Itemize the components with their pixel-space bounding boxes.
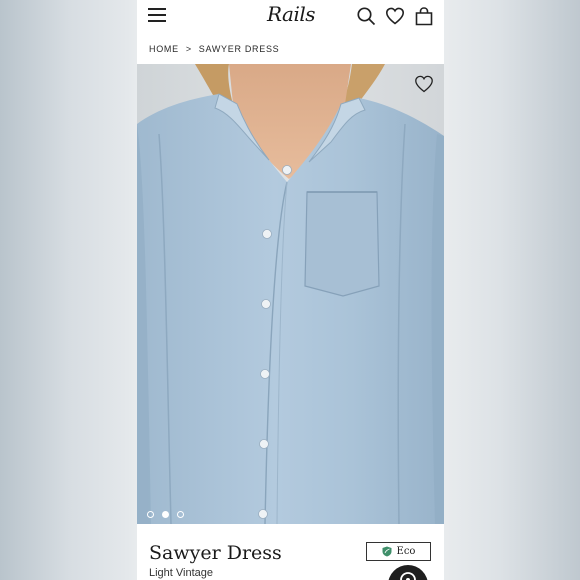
breadcrumb-home-link[interactable]: HOME [149, 44, 179, 54]
product-color-name: Light Vintage [149, 567, 214, 579]
wishlist-heart-icon[interactable] [385, 6, 405, 26]
shopping-bag-icon[interactable] [414, 6, 434, 26]
model-wearing-denim-shirt [137, 64, 444, 524]
gallery-dot-1[interactable] [147, 511, 154, 518]
breadcrumb-separator: > [185, 44, 192, 54]
mobile-page: Rails HOME > SAWYER DRESS Sawyer Dress E… [137, 0, 444, 580]
eco-badge-label: Eco [396, 546, 416, 557]
breadcrumb-current: SAWYER DRESS [198, 44, 280, 54]
eco-badge[interactable]: Eco [366, 542, 431, 561]
breadcrumb: HOME > SAWYER DRESS [149, 44, 279, 54]
search-icon[interactable] [356, 6, 376, 26]
gallery-pagination [147, 511, 184, 518]
leaf-shield-icon [382, 546, 392, 557]
chat-bubble-icon [400, 572, 416, 580]
favorite-heart-icon[interactable] [414, 74, 434, 94]
brand-logo[interactable]: Rails [265, 2, 317, 28]
product-title: Sawyer Dress [149, 542, 282, 564]
chat-button[interactable] [388, 565, 428, 580]
gallery-dot-2[interactable] [162, 511, 169, 518]
menu-icon[interactable] [148, 8, 166, 22]
top-bar: Rails [137, 0, 444, 32]
gallery-dot-3[interactable] [177, 511, 184, 518]
product-image[interactable] [137, 64, 444, 524]
